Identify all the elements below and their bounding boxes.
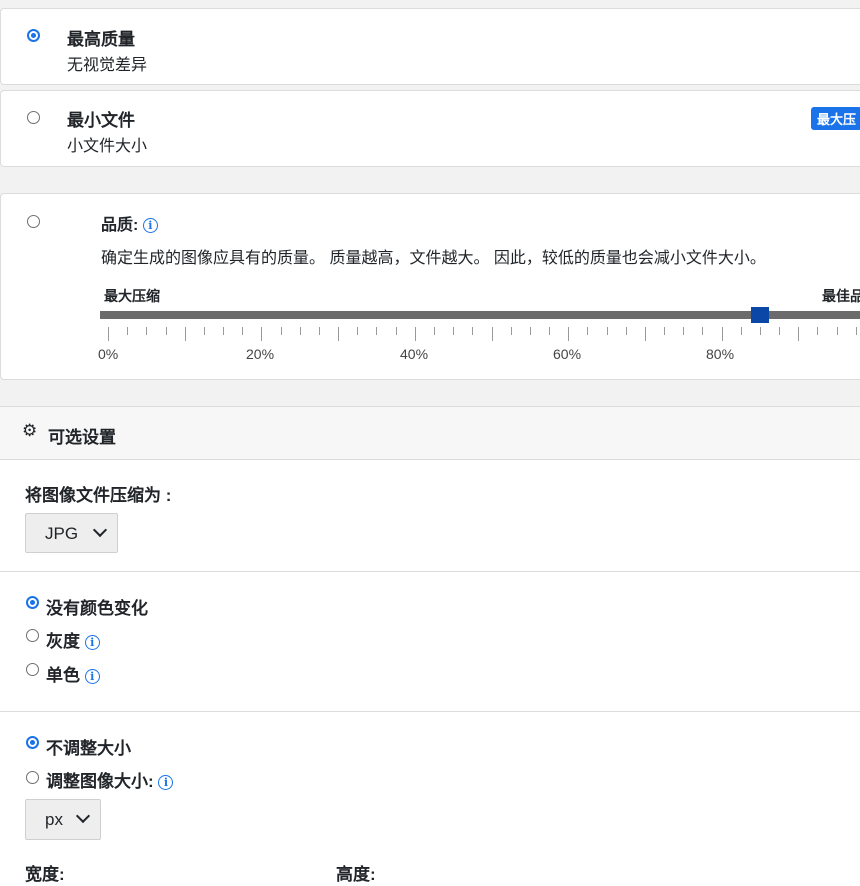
grayscale-label[interactable]: 灰度 i [46, 627, 100, 652]
no-color-change-label[interactable]: 没有颜色变化 [46, 594, 148, 619]
tick-label-20: 20% [246, 346, 275, 362]
slider-tick [645, 327, 646, 341]
slider-tick [434, 327, 435, 335]
tick-label-60: 60% [553, 346, 582, 362]
tick-label-0: 0% [98, 346, 119, 362]
chevron-down-icon [75, 808, 91, 824]
quality-label: 品质: i [101, 211, 158, 235]
slider-tick [837, 327, 838, 335]
resize-image-radio[interactable] [26, 771, 39, 784]
slider-tick [607, 327, 608, 335]
no-color-change-radio[interactable] [26, 596, 39, 609]
option-card-best-quality[interactable]: 最高质量 无视觉差异 [0, 8, 860, 85]
gears-icon: ⚙ [22, 421, 38, 440]
slider-tick [760, 327, 761, 335]
slider-tick [798, 327, 799, 341]
monochrome-info-icon[interactable]: i [84, 669, 100, 685]
no-resize-radio[interactable] [26, 736, 39, 749]
divider-1 [0, 571, 860, 572]
optional-settings-panel [0, 460, 860, 886]
slider-tick [396, 327, 397, 335]
slider-tick [376, 327, 377, 335]
chevron-down-icon [92, 522, 108, 538]
slider-tick [357, 327, 358, 335]
slider-tick [223, 327, 224, 335]
slider-tick [683, 327, 684, 335]
custom-quality-radio[interactable] [27, 215, 40, 228]
slider-tick [108, 327, 109, 341]
tick-label-80: 80% [706, 346, 735, 362]
slider-tick [549, 327, 550, 335]
slider-tick [587, 327, 588, 335]
format-select[interactable]: JPG [25, 513, 118, 553]
divider-2 [0, 711, 860, 712]
slider-tick [281, 327, 282, 335]
slider-tick [146, 327, 147, 335]
slider-tick [856, 327, 857, 335]
quality-slider-track[interactable] [100, 311, 860, 319]
best-quality-subtitle: 无视觉差异 [67, 57, 148, 74]
slider-tick [185, 327, 186, 341]
slider-tick [817, 327, 818, 335]
width-label: 宽度: [25, 865, 65, 884]
optional-settings-header: ⚙ 可选设置 [0, 406, 860, 460]
smallest-file-title: 最小文件 [67, 111, 135, 130]
slider-tick [453, 327, 454, 335]
unit-select-value: px [45, 810, 63, 829]
monochrome-radio[interactable] [26, 663, 39, 676]
best-quality-radio[interactable] [27, 29, 40, 42]
slider-tick [568, 327, 569, 341]
slider-tick [166, 327, 167, 335]
slider-tick [127, 327, 128, 335]
smallest-file-subtitle: 小文件大小 [67, 138, 148, 155]
quality-description: 确定生成的图像应具有的质量。 质量越高，文件越大。 因此，较低的质量也会减小文件… [101, 250, 766, 267]
slider-tick [722, 327, 723, 341]
tick-label-40: 40% [400, 346, 429, 362]
slider-tick [492, 327, 493, 341]
slider-tick [261, 327, 262, 341]
slider-tick [472, 327, 473, 335]
best-quality-title: 最高质量 [67, 30, 135, 49]
slider-tick [626, 327, 627, 335]
slider-tick [702, 327, 703, 335]
format-select-value: JPG [45, 524, 79, 543]
grayscale-radio[interactable] [26, 629, 39, 642]
slider-tick [779, 327, 780, 335]
min-compression-label: 最大压缩 [104, 288, 160, 304]
height-label: 高度: [336, 865, 376, 884]
slider-tick [242, 327, 243, 335]
max-quality-label: 最佳品 [822, 288, 860, 304]
unit-select[interactable]: px [25, 799, 101, 840]
resize-image-label[interactable]: 调整图像大小: i [46, 767, 174, 792]
optional-settings-title: 可选设置 [48, 428, 116, 447]
resize-info-icon[interactable]: i [158, 775, 174, 791]
compress-to-label: 将图像文件压缩为 : [25, 486, 172, 505]
max-compression-badge: 最大压 [811, 107, 860, 130]
slider-tick [338, 327, 339, 341]
monochrome-label[interactable]: 单色 i [46, 661, 100, 686]
slider-tick [415, 327, 416, 341]
slider-tick [741, 327, 742, 335]
slider-tick [664, 327, 665, 335]
slider-tick [319, 327, 320, 335]
slider-tick [204, 327, 205, 335]
no-resize-label[interactable]: 不调整大小 [46, 734, 131, 759]
grayscale-info-icon[interactable]: i [84, 635, 100, 651]
slider-tick [511, 327, 512, 335]
slider-tick [300, 327, 301, 335]
quality-slider-handle[interactable] [751, 307, 769, 323]
option-card-smallest-file[interactable]: 最小文件 小文件大小 最大压 [0, 90, 860, 167]
smallest-file-radio[interactable] [27, 111, 40, 124]
quality-info-icon[interactable]: i [142, 218, 158, 234]
slider-tick [530, 327, 531, 335]
